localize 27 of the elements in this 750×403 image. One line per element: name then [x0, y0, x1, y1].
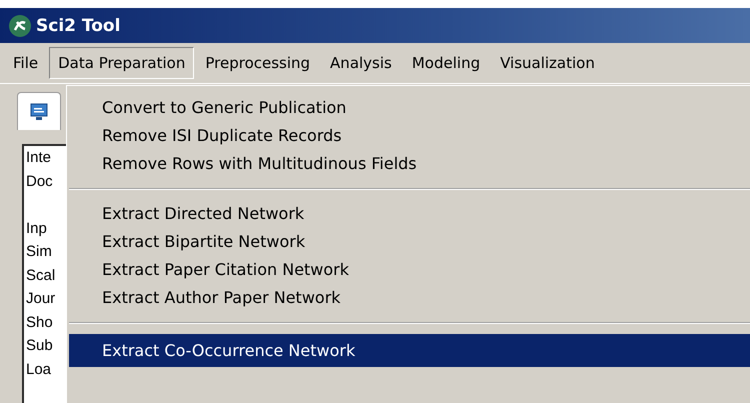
- console-line: Sim: [26, 242, 53, 262]
- console-line: Jour: [26, 289, 56, 309]
- menu-item[interactable]: Modeling: [402, 47, 490, 79]
- menu-option[interactable]: Convert to Generic Publication: [67, 94, 750, 122]
- console-line: Scal: [26, 266, 56, 286]
- menu-item[interactable]: Analysis: [321, 47, 401, 79]
- console-tab[interactable]: [17, 92, 61, 130]
- menu-option[interactable]: Extract Paper Citation Network: [67, 256, 750, 284]
- window-title: Sci2 Tool: [36, 16, 120, 36]
- menu-option[interactable]: Extract Bipartite Network: [67, 228, 750, 256]
- menu-item[interactable]: Visualization: [491, 47, 604, 79]
- menu-option[interactable]: Remove Rows with Multitudinous Fields: [67, 150, 750, 178]
- menu-item[interactable]: Preprocessing: [196, 47, 320, 79]
- console-line: Sho: [26, 312, 54, 332]
- console-line: Inp: [26, 218, 48, 238]
- console-line: Inte: [26, 148, 52, 168]
- menu-option[interactable]: Extract Author Paper Network: [67, 284, 750, 312]
- console-line: Loa: [26, 360, 52, 380]
- menu-item[interactable]: Data Preparation: [49, 47, 194, 79]
- monitor-icon: [29, 102, 49, 122]
- menu-option[interactable]: Extract Directed Network: [67, 200, 750, 228]
- console-line: Sub: [26, 336, 54, 356]
- menu-option[interactable]: Remove ISI Duplicate Records: [67, 122, 750, 150]
- console-line: Doc: [26, 172, 54, 192]
- menu-option[interactable]: Extract Co-Occurrence Network: [69, 334, 750, 367]
- app-logo-icon: [8, 14, 32, 38]
- menu-item[interactable]: File: [4, 47, 48, 79]
